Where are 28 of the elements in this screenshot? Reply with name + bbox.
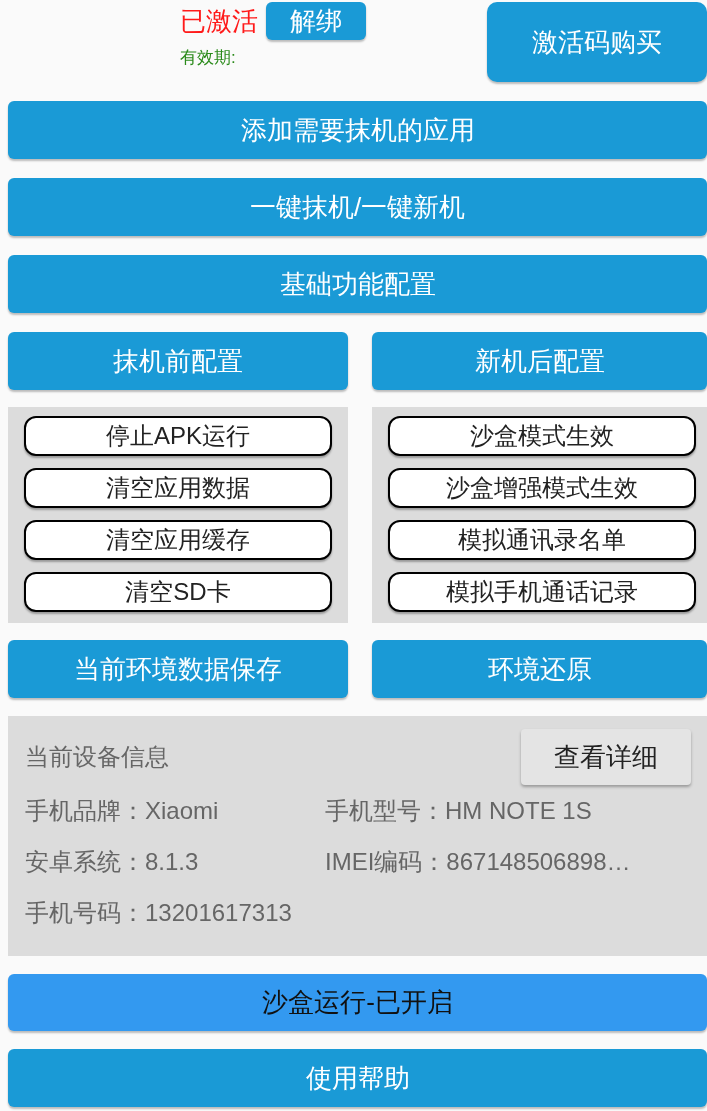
device-info-title: 当前设备信息: [25, 742, 169, 772]
sandbox-toggle-button[interactable]: 沙盒运行-已开启: [8, 974, 707, 1031]
option-button[interactable]: 沙盒增强模式生效: [388, 468, 696, 508]
device-info-field: 安卓系统：8.1.3: [25, 841, 325, 883]
unbind-button[interactable]: 解绑: [266, 2, 366, 40]
option-button[interactable]: 清空应用缓存: [24, 520, 332, 560]
option-button[interactable]: 停止APK运行: [24, 416, 332, 456]
option-button[interactable]: 沙盒模式生效: [388, 416, 696, 456]
action-button[interactable]: 添加需要抹机的应用: [8, 101, 707, 159]
option-button[interactable]: 清空应用数据: [24, 468, 332, 508]
option-button[interactable]: 模拟手机通话记录: [388, 572, 696, 612]
help-button[interactable]: 使用帮助: [8, 1049, 707, 1107]
buy-code-button[interactable]: 激活码购买: [487, 2, 707, 82]
config-button[interactable]: 当前环境数据保存: [8, 640, 348, 698]
action-button[interactable]: 一键抹机/一键新机: [8, 178, 707, 236]
option-button[interactable]: 模拟通讯录名单: [388, 520, 696, 560]
device-info-field: IMEI编码：867148506898…: [325, 841, 691, 883]
view-details-button[interactable]: 查看详细: [521, 729, 691, 785]
validity-label: 有效期:: [180, 48, 237, 68]
option-button[interactable]: 清空SD卡: [24, 572, 332, 612]
device-info-field: 手机型号：HM NOTE 1S: [325, 790, 691, 832]
config-button[interactable]: 环境还原: [372, 640, 707, 698]
device-info-field: 手机品牌：Xiaomi: [25, 790, 325, 832]
config-button[interactable]: 抹机前配置: [8, 332, 348, 390]
action-button[interactable]: 基础功能配置: [8, 255, 707, 313]
config-button[interactable]: 新机后配置: [372, 332, 707, 390]
activation-status: 已激活: [180, 5, 258, 38]
device-info-field: 手机号码：13201617313: [25, 892, 325, 934]
